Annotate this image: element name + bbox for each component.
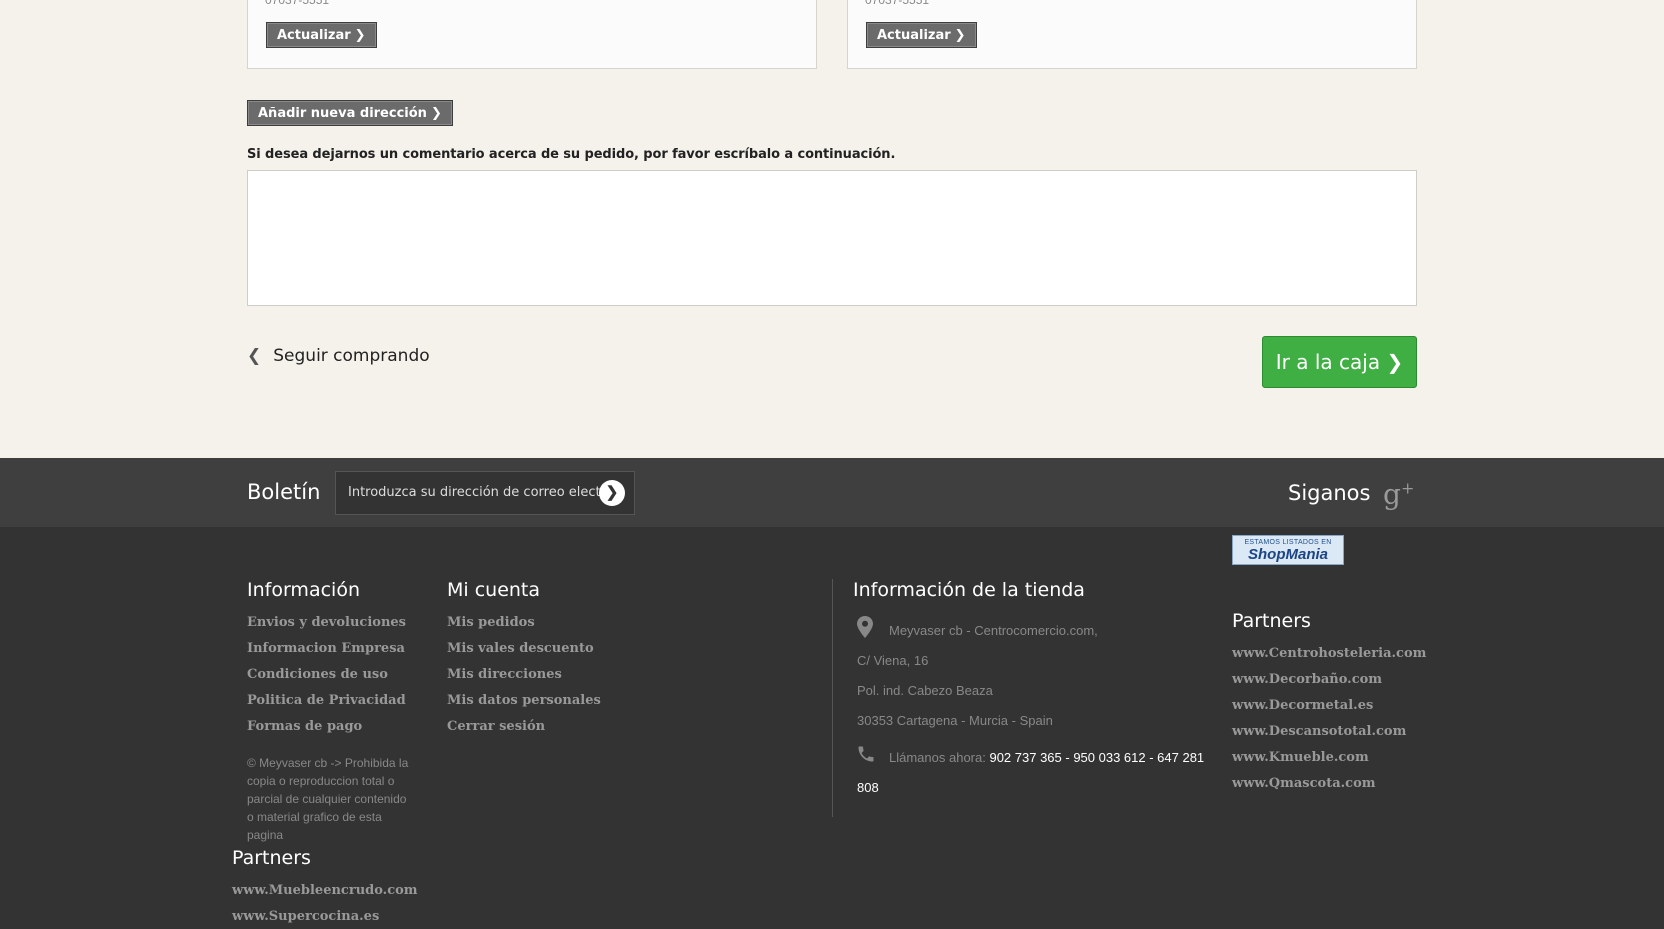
site-footer: Información Envios y devoluciones Inform… [0, 527, 1664, 929]
shopmania-badge[interactable]: ESTAMOS LISTADOS EN ShopMania [1232, 535, 1344, 565]
footer-link-vouchers[interactable]: Mis vales descuento [447, 641, 594, 656]
newsletter-title: Boletín [247, 480, 321, 504]
partners-left-title: Partners [232, 847, 311, 869]
google-plus-icon[interactable]: g+ [1383, 478, 1414, 511]
store-info-title: Información de la tienda [853, 579, 1085, 601]
newsletter-bar: Boletín Introduzca su dirección de corre… [0, 458, 1664, 527]
partner-link[interactable]: www.Kmueble.com [1232, 750, 1369, 765]
shopmania-logo-text: ShopMania [1247, 546, 1328, 563]
store-address-line: Meyvaser cb - Centrocomercio.com, [889, 623, 1098, 638]
account-column-title: Mi cuenta [447, 579, 541, 601]
footer-link-orders[interactable]: Mis pedidos [447, 615, 535, 630]
update-address-label: Actualizar [877, 28, 951, 43]
update-address-button[interactable]: Actualizar ❯ [266, 22, 377, 48]
order-comment-textarea[interactable] [247, 170, 1417, 306]
follow-us-title: Siganos [1288, 481, 1371, 505]
chevron-right-icon: ❯ [1386, 350, 1404, 374]
address-phone-text: 07037-5551 [865, 0, 930, 7]
partner-link[interactable]: www.Qmascota.com [1232, 776, 1376, 791]
chevron-left-icon: ❮ [247, 346, 262, 366]
phone-numbers: 902 737 365 - 950 033 612 - 647 281 [989, 750, 1205, 765]
map-pin-icon [857, 616, 873, 638]
update-address-button[interactable]: Actualizar ❯ [866, 22, 977, 48]
footer-link-addresses[interactable]: Mis direcciones [447, 667, 562, 682]
newsletter-submit-icon[interactable]: ❯ [599, 480, 625, 506]
footer-link-company[interactable]: Informacion Empresa [247, 641, 405, 656]
footer-link-terms[interactable]: Condiciones de uso [247, 667, 388, 682]
store-address-line: Pol. ind. Cabezo Beaza [857, 683, 993, 698]
copyright-text: © Meyvaser cb -> Prohibida la copia o re… [247, 756, 409, 842]
continue-shopping-link[interactable]: ❮ Seguir comprando [247, 346, 430, 366]
phone-icon [858, 746, 874, 762]
footer-link-payment[interactable]: Formas de pago [247, 719, 362, 734]
chevron-right-icon: ❯ [430, 106, 442, 121]
partner-link[interactable]: www.Supercocina.es [232, 909, 379, 924]
chevron-right-icon: ❯ [354, 28, 366, 43]
partner-link[interactable]: www.Decorbaño.com [1232, 672, 1382, 687]
chevron-right-icon: ❯ [954, 28, 966, 43]
store-address-line: C/ Viena, 16 [857, 653, 929, 668]
partner-link[interactable]: www.Descansototal.com [1232, 724, 1406, 739]
footer-link-personal-data[interactable]: Mis datos personales [447, 693, 601, 708]
checkout-label: Ir a la caja [1275, 350, 1381, 374]
continue-shopping-label: Seguir comprando [273, 346, 430, 366]
comment-label: Si desea dejarnos un comentario acerca d… [247, 147, 896, 162]
address-box-delivery: 07037-5551 Actualizar ❯ [247, 0, 817, 69]
partners-right-title: Partners [1232, 610, 1311, 632]
cart-content-area: 07037-5551 Actualizar ❯ 07037-5551 Actual… [0, 0, 1664, 458]
checkout-button[interactable]: Ir a la caja ❯ [1262, 336, 1417, 388]
address-box-invoice: 07037-5551 Actualizar ❯ [847, 0, 1417, 69]
store-address-line: 30353 Cartagena - Murcia - Spain [857, 713, 1053, 728]
footer-link-privacy[interactable]: Politica de Privacidad [247, 693, 406, 708]
footer-link-logout[interactable]: Cerrar sesión [447, 719, 545, 734]
footer-divider [832, 579, 833, 817]
newsletter-email-input[interactable]: Introduzca su dirección de correo electr… [335, 471, 635, 515]
call-label: Llámanos ahora: [889, 750, 986, 765]
partner-link[interactable]: www.Muebleencrudo.com [232, 883, 418, 898]
update-address-label: Actualizar [277, 28, 351, 43]
address-phone-text: 07037-5551 [265, 0, 330, 7]
partner-link[interactable]: www.Centrohosteleria.com [1232, 646, 1426, 661]
add-new-address-label: Añadir nueva dirección [258, 106, 427, 121]
add-new-address-button[interactable]: Añadir nueva dirección ❯ [247, 100, 453, 126]
footer-link-shipping[interactable]: Envios y devoluciones [247, 615, 406, 630]
phone-numbers-cont: 808 [857, 780, 879, 795]
store-phone-line-2: 808 [857, 780, 879, 795]
store-phone-line: Llámanos ahora: 902 737 365 - 950 033 61… [889, 750, 1204, 765]
partner-link[interactable]: www.Decormetal.es [1232, 698, 1373, 713]
info-column-title: Información [247, 579, 360, 601]
